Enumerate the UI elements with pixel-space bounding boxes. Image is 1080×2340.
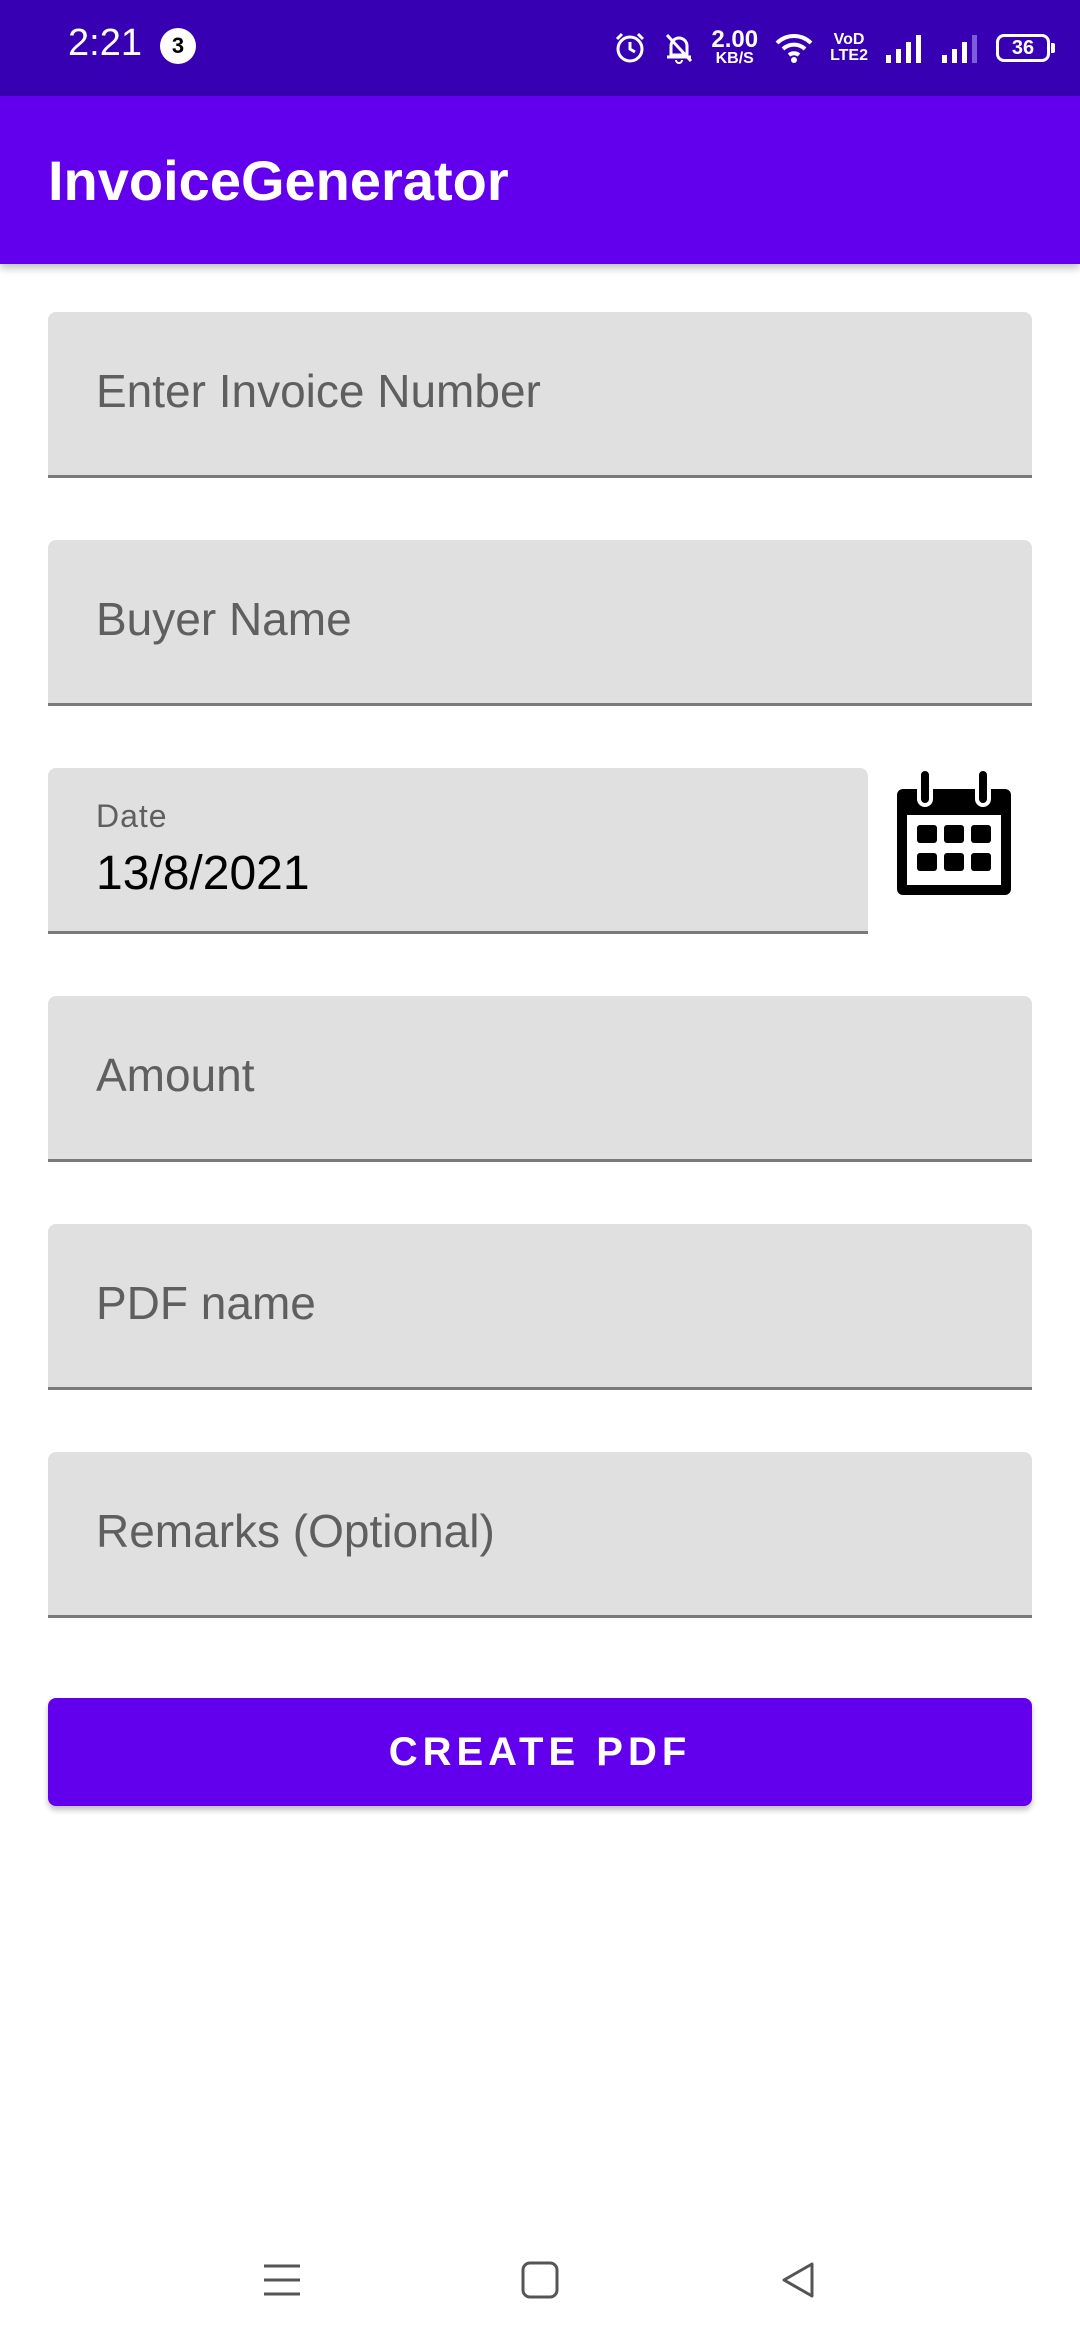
system-nav-bar: [0, 2220, 1080, 2340]
pdf-name-field[interactable]: PDF name: [48, 1224, 1032, 1390]
create-pdf-button[interactable]: CREATE PDF: [48, 1698, 1032, 1806]
home-button[interactable]: [510, 2250, 570, 2310]
mute-bell-icon: [666, 33, 693, 64]
pdf-name-placeholder: PDF name: [96, 1277, 316, 1329]
net-speed-value: 2.00: [711, 26, 759, 53]
recents-button[interactable]: [252, 2250, 312, 2310]
status-bar: 2:21 3 2.00 KB/S VoD LTE2 36: [0, 0, 1080, 96]
invoice-number-field[interactable]: Enter Invoice Number: [48, 312, 1032, 478]
app-title: InvoiceGenerator: [48, 149, 509, 212]
signal-sim1-icon: [886, 35, 921, 63]
back-button[interactable]: [768, 2250, 828, 2310]
volte-indicator: VoD LTE2: [830, 31, 868, 64]
date-field[interactable]: Date 13/8/2021: [48, 768, 868, 934]
date-label: Date: [96, 798, 168, 834]
alarm-icon: [616, 32, 645, 63]
net-speed-unit: KB/S: [715, 50, 754, 67]
buyer-name-field[interactable]: Buyer Name: [48, 540, 1032, 706]
amount-field[interactable]: Amount: [48, 996, 1032, 1162]
battery-indicator: 36: [996, 34, 1055, 62]
status-time: 2:21: [68, 22, 142, 64]
date-value: 13/8/2021: [96, 847, 310, 900]
calendar-button[interactable]: [884, 764, 1024, 904]
amount-placeholder: Amount: [96, 1049, 255, 1101]
app-bar: InvoiceGenerator: [0, 96, 1080, 264]
remarks-field[interactable]: Remarks (Optional): [48, 1452, 1032, 1618]
notification-count-badge: 3: [160, 28, 196, 64]
menu-icon: [264, 2264, 300, 2296]
remarks-placeholder: Remarks (Optional): [96, 1505, 495, 1557]
square-icon: [521, 2261, 559, 2299]
calendar-icon: [897, 767, 1011, 895]
net-speed: 2.00 KB/S: [711, 26, 759, 67]
wifi-icon: [775, 33, 813, 63]
signal-sim2-icon: [942, 35, 977, 63]
buyer-name-placeholder: Buyer Name: [96, 593, 352, 645]
status-icons: 2.00 KB/S VoD LTE2 36: [613, 20, 1055, 76]
triangle-back-icon: [782, 2262, 814, 2298]
invoice-number-placeholder: Enter Invoice Number: [96, 365, 541, 417]
